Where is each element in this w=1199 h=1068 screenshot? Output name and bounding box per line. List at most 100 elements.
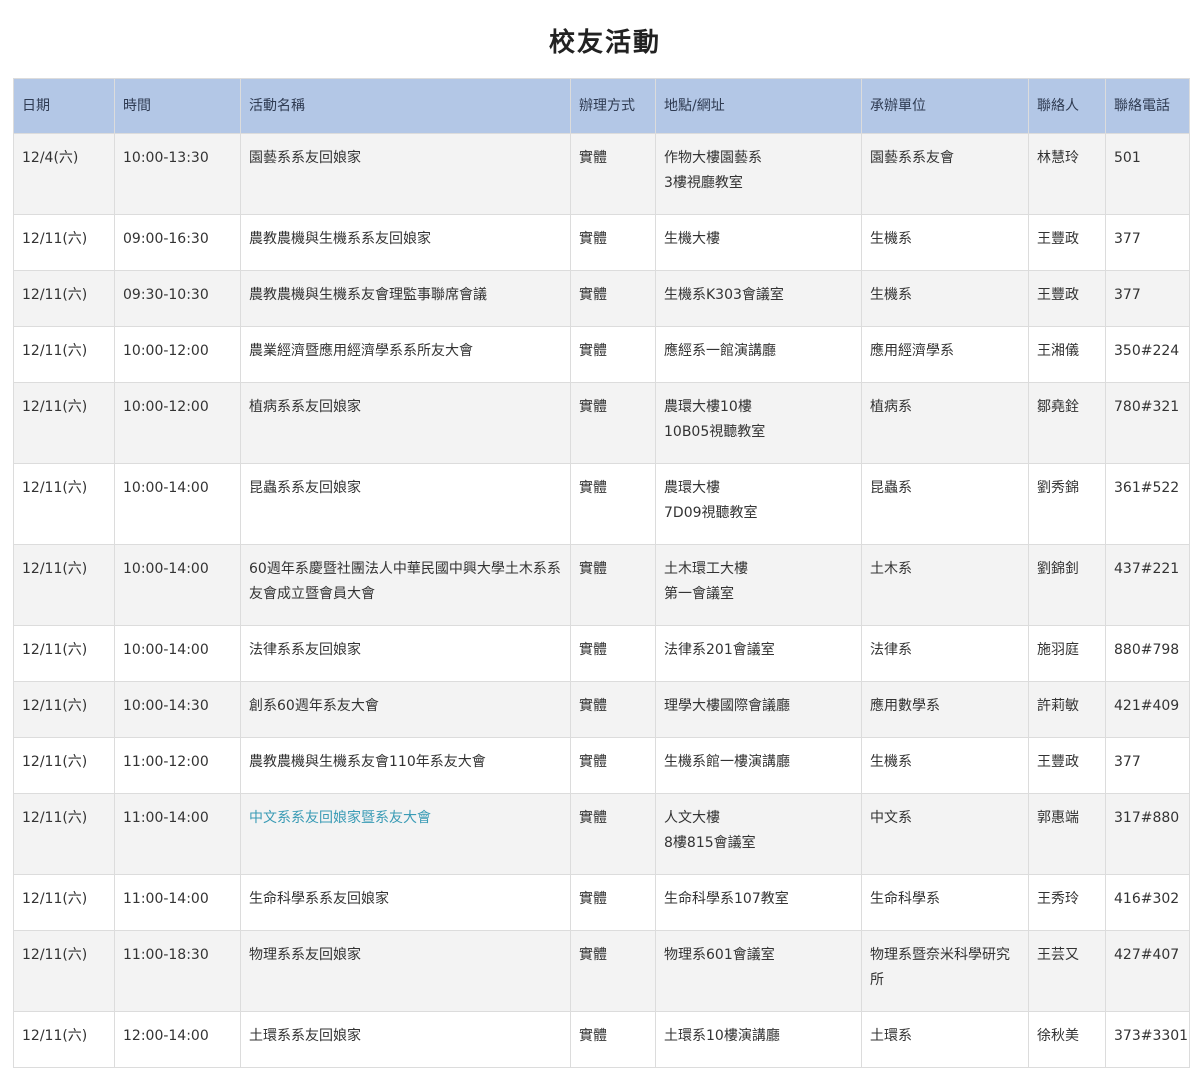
table-row: 12/11(六) 11:00-18:30 物理系系友回娘家 實體 物理系601會議室 物理… [13,930,1190,1012]
cell-mode-text: 實體 [579,561,607,577]
cell-location: 生機系館一樓演講廳 [655,737,862,794]
cell-contact: 林慧玲 [1028,133,1106,215]
cell-time: 10:00-14:00 [114,544,241,626]
cell-organizer: 園藝系系友會 [861,133,1029,215]
cell-location: 物理系601會議室 [655,930,862,1012]
cell-organizer: 土環系 [861,1011,1029,1068]
cell-phone: 317#880 [1105,793,1190,875]
cell-organizer-text: 土木系 [870,561,912,577]
cell-contact: 郭惠端 [1028,793,1106,875]
cell-time-text: 10:00-14:00 [123,480,209,496]
cell-date: 12/11(六) [13,326,115,383]
cell-organizer-text: 應用經濟學系 [870,343,954,359]
cell-time-text: 12:00-14:00 [123,1028,209,1044]
cell-time-text: 10:00-14:00 [123,561,209,577]
cell-mode: 實體 [570,544,656,626]
cell-event-name-text: 土環系系友回娘家 [249,1028,361,1044]
cell-date-text: 12/11(六) [22,947,88,963]
location-line: 生命科學系107教室 [664,891,789,907]
cell-date: 12/11(六) [13,625,115,682]
cell-time: 10:00-12:00 [114,326,241,383]
cell-mode: 實體 [570,793,656,875]
page-title: 校友活動 [548,28,661,58]
cell-date: 12/11(六) [13,544,115,626]
cell-contact: 王豐政 [1028,214,1106,271]
table-row: 12/11(六) 10:00-14:00 昆蟲系系友回娘家 實體 農環大樓 7D09視聽教… [13,463,1190,545]
cell-time-text: 09:00-16:30 [123,231,209,247]
events-table: 日期 時間 活動名稱 辦理方式 地點/網址 承辦單位 聯絡人 聯絡電話 12/4… [13,78,1190,1068]
cell-organizer: 物理系暨奈米科學研究所 [861,930,1029,1012]
cell-organizer-text: 土環系 [870,1028,912,1044]
cell-date-text: 12/11(六) [22,642,88,658]
cell-location: 人文大樓 8樓815會議室 [655,793,862,875]
cell-contact-text: 鄒堯銓 [1037,399,1079,415]
cell-mode: 實體 [570,382,656,464]
cell-event-name: 昆蟲系系友回娘家 [240,463,571,545]
cell-phone-text: 361#522 [1114,480,1180,496]
cell-organizer-text: 法律系 [870,642,912,658]
cell-phone-text: 437#221 [1114,561,1180,577]
cell-contact: 劉秀錦 [1028,463,1106,545]
cell-mode: 實體 [570,326,656,383]
cell-phone: 780#321 [1105,382,1190,464]
cell-date-text: 12/11(六) [22,891,88,907]
cell-organizer: 中文系 [861,793,1029,875]
cell-organizer-text: 生命科學系 [870,891,940,907]
cell-event-name: 農教農機與生機系友會110年系友大會 [240,737,571,794]
cell-date-text: 12/11(六) [22,480,88,496]
cell-phone-text: 880#798 [1114,642,1180,658]
cell-organizer-text: 中文系 [870,810,912,826]
cell-event-name: 園藝系系友回娘家 [240,133,571,215]
cell-contact-text: 劉錦釗 [1037,561,1079,577]
cell-date-text: 12/11(六) [22,754,88,770]
header-organizer: 承辦單位 [861,78,1029,134]
cell-mode-text: 實體 [579,810,607,826]
cell-event-name: 生命科學系系友回娘家 [240,874,571,931]
cell-event-name: 農教農機與生機系友會理監事聯席會議 [240,270,571,327]
cell-location: 農環大樓10樓 10B05視聽教室 [655,382,862,464]
cell-contact: 王豐政 [1028,737,1106,794]
location-line: 第一會議室 [664,586,734,602]
cell-contact: 施羽庭 [1028,625,1106,682]
event-name-link[interactable]: 中文系系友回娘家暨系友大會 [249,806,562,831]
table-body: 12/4(六) 10:00-13:30 園藝系系友回娘家 實體 作物大樓園藝系 3樓視廳教… [13,133,1190,1068]
cell-date: 12/11(六) [13,270,115,327]
cell-time: 10:00-14:00 [114,463,241,545]
cell-event-name: 物理系系友回娘家 [240,930,571,1012]
cell-mode: 實體 [570,930,656,1012]
cell-location: 土木環工大樓 第一會議室 [655,544,862,626]
table-row: 12/11(六) 11:00-12:00 農教農機與生機系友會110年系友大會 實體 生… [13,737,1190,794]
location-line: 7D09視聽教室 [664,505,758,521]
cell-phone: 421#409 [1105,681,1190,738]
cell-contact-text: 王秀玲 [1037,891,1079,907]
cell-event-name-text: 農教農機與生機系友會110年系友大會 [249,754,486,770]
cell-organizer-text: 生機系 [870,754,912,770]
cell-event-name: 農教農機與生機系系友回娘家 [240,214,571,271]
cell-time: 10:00-13:30 [114,133,241,215]
table-row: 12/11(六) 10:00-12:00 植病系系友回娘家 實體 農環大樓10樓 10B0… [13,382,1190,464]
cell-contact-text: 郭惠端 [1037,810,1079,826]
cell-event-name-text: 創系60週年系友大會 [249,698,379,714]
cell-phone-text: 350#224 [1114,343,1180,359]
cell-date-text: 12/11(六) [22,561,88,577]
cell-time-text: 11:00-14:00 [123,891,209,907]
cell-mode-text: 實體 [579,698,607,714]
cell-event-name: 中文系系友回娘家暨系友大會 [240,793,571,875]
cell-time-text: 10:00-14:00 [123,642,209,658]
cell-organizer: 土木系 [861,544,1029,626]
cell-contact-text: 許莉敏 [1037,698,1079,714]
cell-phone-text: 421#409 [1114,698,1180,714]
table-header: 日期 時間 活動名稱 辦理方式 地點/網址 承辦單位 聯絡人 聯絡電話 [13,78,1190,134]
location-line: 生機系K303會議室 [664,287,784,303]
cell-location: 應經系一館演講廳 [655,326,862,383]
cell-mode: 實體 [570,874,656,931]
cell-date: 12/11(六) [13,737,115,794]
cell-organizer-text: 昆蟲系 [870,480,912,496]
cell-contact-text: 王豐政 [1037,754,1079,770]
cell-time: 09:00-16:30 [114,214,241,271]
cell-location: 作物大樓園藝系 3樓視廳教室 [655,133,862,215]
cell-mode-text: 實體 [579,754,607,770]
cell-date-text: 12/11(六) [22,698,88,714]
cell-event-name-text: 農教農機與生機系友會理監事聯席會議 [249,287,487,303]
cell-event-name-text: 昆蟲系系友回娘家 [249,480,361,496]
